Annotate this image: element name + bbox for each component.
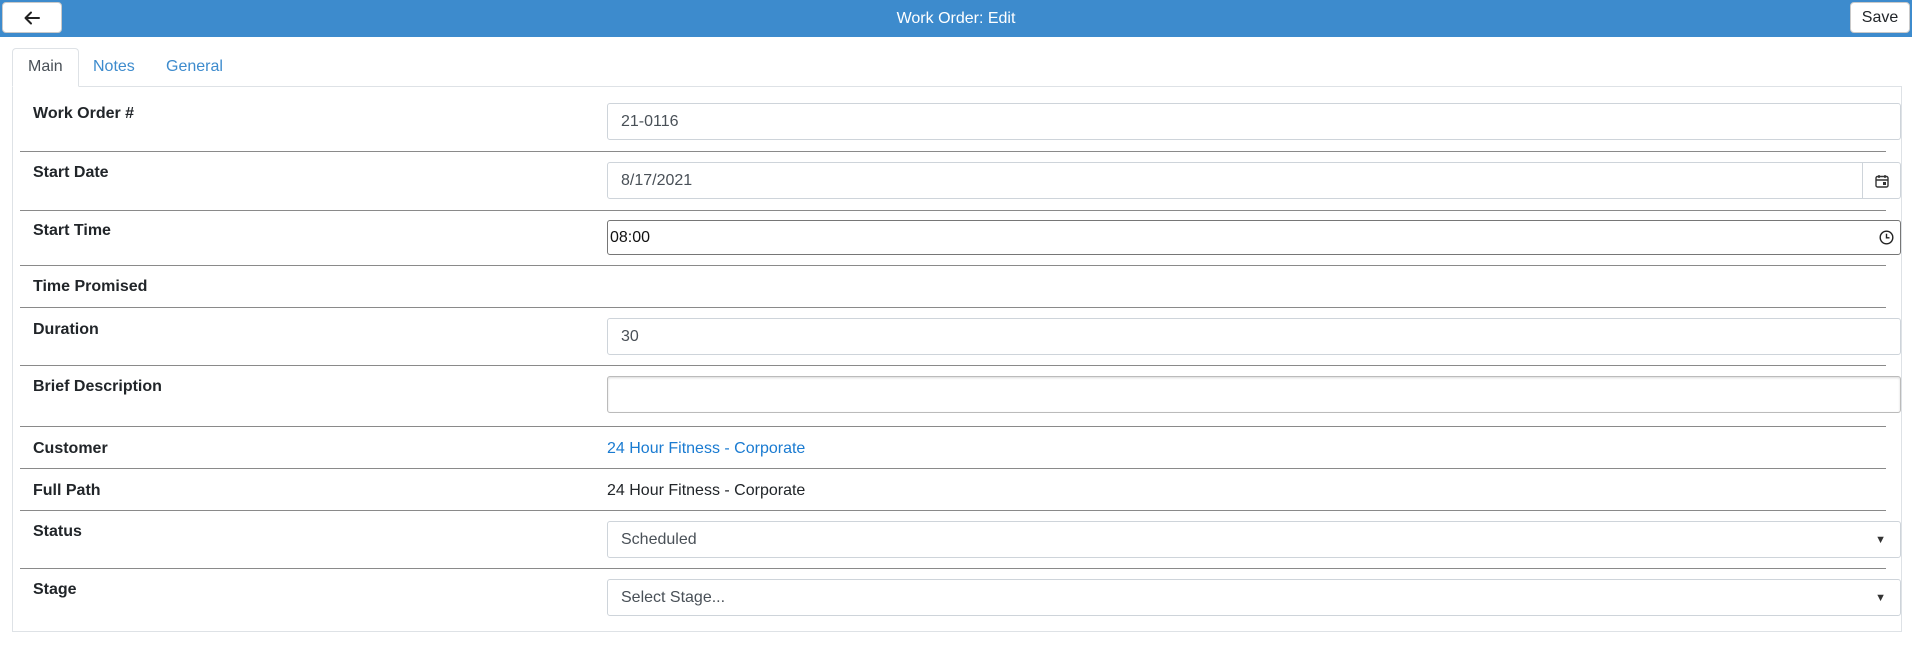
clock-button[interactable] (1879, 221, 1894, 254)
full-path-label: Full Path (33, 482, 101, 499)
start-time-input[interactable]: 08:00 (607, 220, 1901, 255)
start-date-row: Start Date 8/17/2021 (20, 152, 1901, 211)
tab-main[interactable]: Main (12, 48, 79, 87)
status-label: Status (33, 523, 82, 540)
stage-select[interactable]: Select Stage... ▼ (607, 579, 1901, 616)
brief-description-row: Brief Description (20, 366, 1901, 427)
work-order-row: Work Order # 21-0116 (20, 97, 1901, 152)
work-order-input[interactable]: 21-0116 (607, 103, 1901, 140)
arrow-left-icon (24, 11, 40, 24)
back-button[interactable] (2, 2, 62, 33)
customer-row: Customer 24 Hour Fitness - Corporate (20, 427, 1886, 469)
status-select[interactable]: Scheduled ▼ (607, 521, 1901, 558)
duration-row: Duration 30 (20, 308, 1901, 366)
stage-row: Stage Select Stage... ▼ (20, 569, 1901, 632)
start-time-row: Start Time 08:00 (20, 211, 1901, 266)
brief-description-label: Brief Description (33, 378, 162, 395)
start-date-value: 8/17/2021 (621, 172, 693, 189)
stage-label: Stage (33, 581, 77, 598)
duration-label: Duration (33, 321, 99, 338)
full-path-row: Full Path 24 Hour Fitness - Corporate (20, 469, 1886, 511)
calendar-button[interactable] (1862, 163, 1900, 198)
customer-label: Customer (33, 440, 108, 457)
time-promised-row: Time Promised (20, 266, 1886, 308)
tab-bar: Main Notes General (12, 48, 1900, 87)
full-path-value: 24 Hour Fitness - Corporate (607, 482, 806, 499)
app-header: Work Order: Edit Save (0, 0, 1912, 37)
calendar-icon (1874, 174, 1889, 188)
brief-description-input[interactable] (607, 376, 1901, 413)
caret-down-icon: ▼ (1875, 534, 1886, 546)
start-date-input[interactable]: 8/17/2021 (607, 162, 1901, 199)
caret-down-icon: ▼ (1875, 592, 1886, 604)
tab-general[interactable]: General (151, 48, 238, 86)
stage-value: Select Stage... (621, 589, 726, 606)
start-date-label: Start Date (33, 164, 109, 181)
clock-icon (1879, 230, 1894, 245)
start-time-value: 08:00 (610, 229, 651, 246)
save-button[interactable]: Save (1850, 2, 1910, 33)
customer-link[interactable]: 24 Hour Fitness - Corporate (607, 440, 805, 458)
time-promised-label: Time Promised (33, 278, 148, 295)
start-time-label: Start Time (33, 222, 111, 239)
status-row: Status Scheduled ▼ (20, 511, 1901, 569)
tab-notes[interactable]: Notes (78, 48, 150, 86)
duration-input[interactable]: 30 (607, 318, 1901, 355)
page-title: Work Order: Edit (896, 10, 1016, 27)
work-order-label: Work Order # (33, 105, 135, 122)
status-value: Scheduled (621, 531, 697, 548)
